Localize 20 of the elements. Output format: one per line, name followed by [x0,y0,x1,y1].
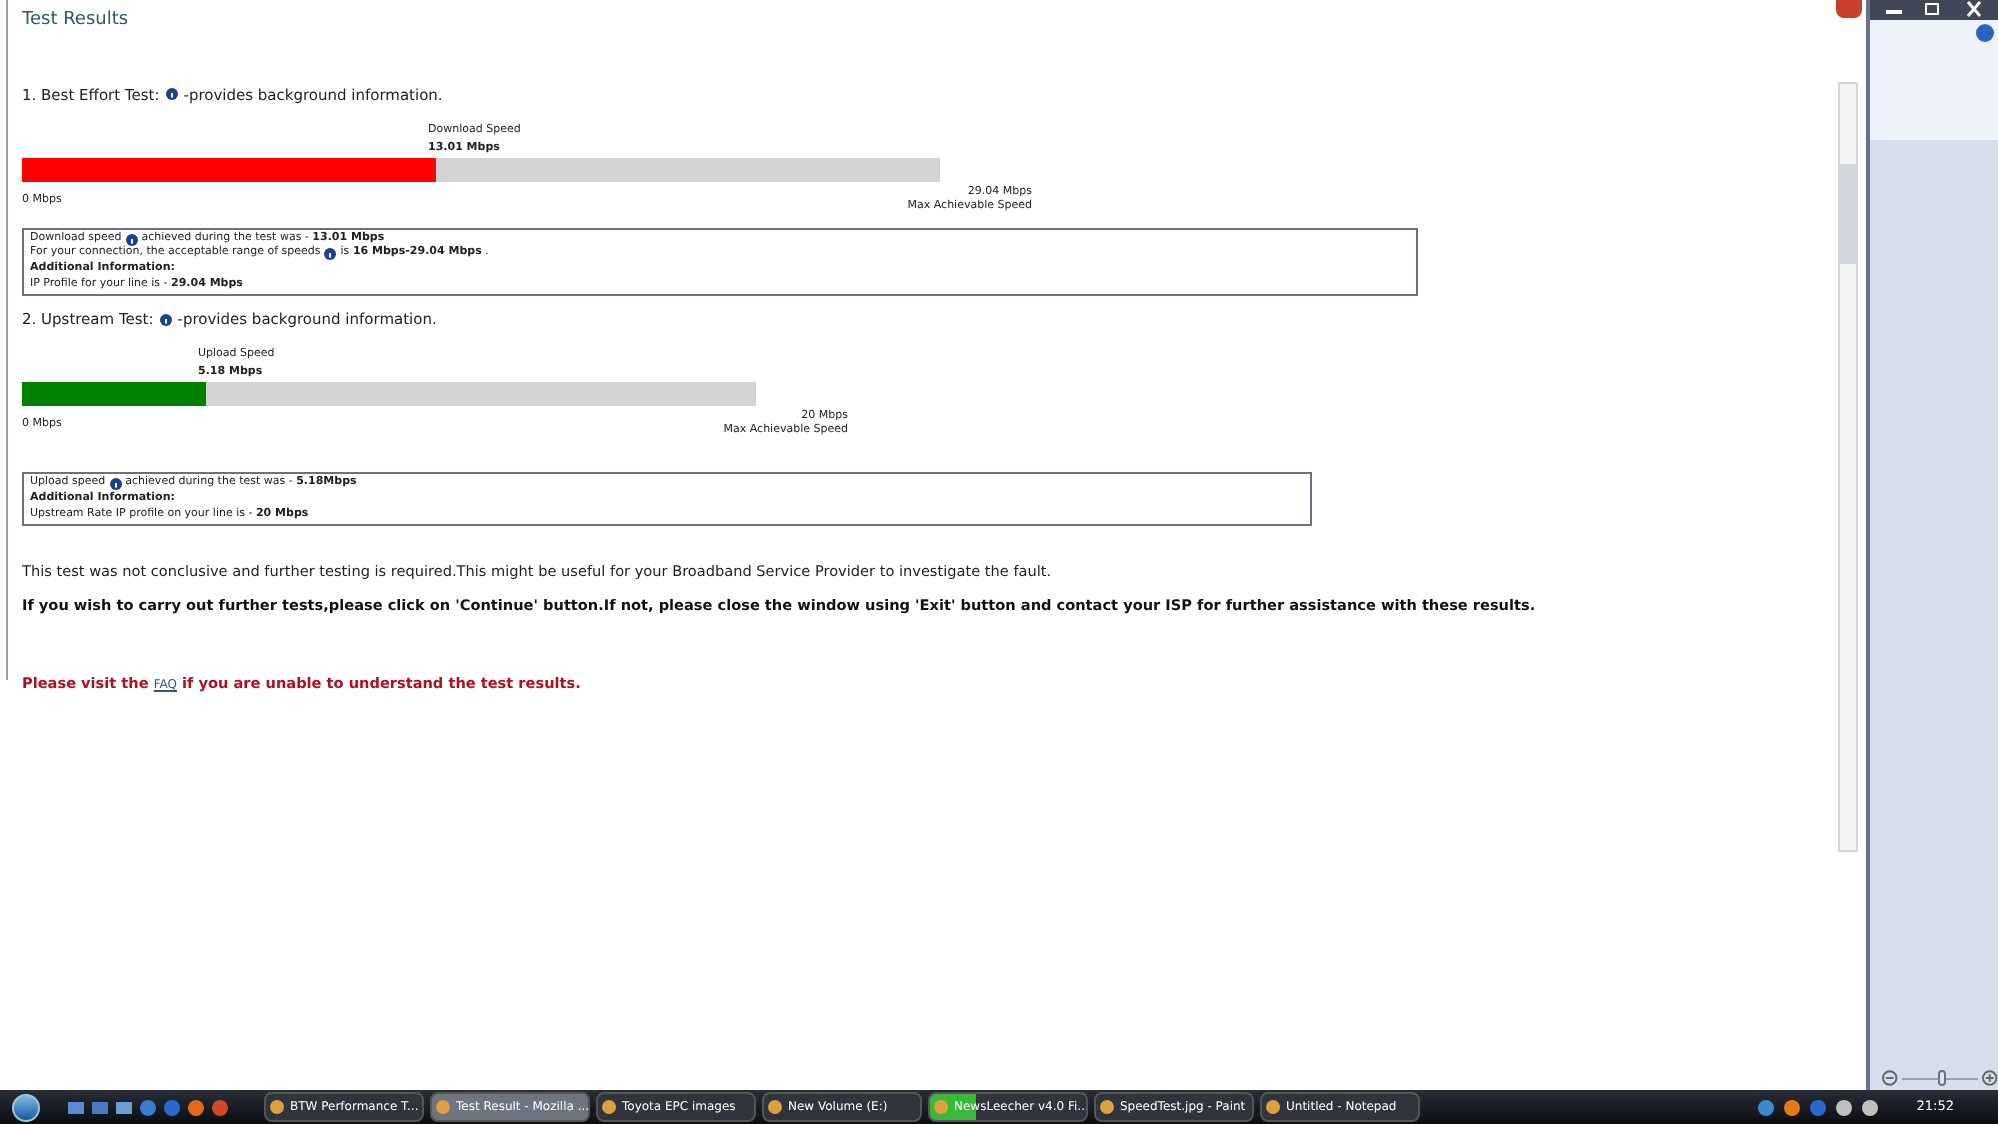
help-icon[interactable] [1976,24,1994,42]
app-icon [602,1100,616,1114]
page-title: Test Results [22,8,131,34]
info-icon[interactable] [324,248,337,261]
info-icon[interactable] [165,88,178,101]
zoom-out-icon[interactable] [1882,1070,1898,1086]
app-icon [436,1100,450,1114]
zoom-slider[interactable] [1901,1070,1979,1086]
app-icon [768,1100,782,1114]
start-button[interactable] [12,1093,40,1121]
app-icon [1266,1100,1280,1114]
info-icon[interactable] [109,478,122,491]
zoom-in-icon[interactable] [1982,1070,1998,1086]
app-icon [1100,1100,1114,1114]
scrollbar[interactable] [1838,82,1858,852]
info-icon[interactable] [159,313,172,326]
app-icon [270,1100,284,1114]
info-icon[interactable] [125,233,138,246]
close-button[interactable] [1836,0,1862,18]
slider-thumb[interactable] [1937,1070,1946,1086]
